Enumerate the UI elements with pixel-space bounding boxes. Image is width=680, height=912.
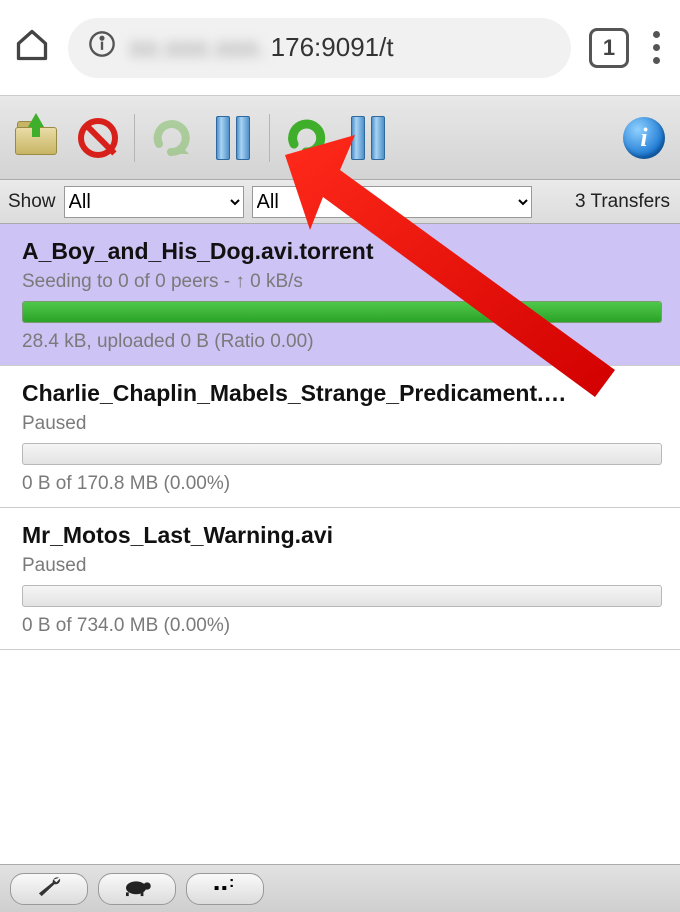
start-all-arrow-icon [286,118,326,158]
progress-bar [22,585,662,607]
start-all-button[interactable] [278,112,334,164]
progress-bar [22,443,662,465]
overflow-menu-icon[interactable] [647,31,666,64]
torrent-status: Paused [22,413,662,435]
torrent-title: Mr_Motos_Last_Warning.avi [22,522,662,549]
start-torrent-button[interactable] [143,112,199,164]
compact-view-button[interactable]: ▪▪: [186,873,264,905]
torrent-footer: 0 B of 170.8 MB (0.00%) [22,473,662,495]
transfer-count: 3 Transfers [565,191,680,213]
torrent-footer: 28.4 kB, uploaded 0 B (Ratio 0.00) [22,331,662,353]
torrent-list: A_Boy_and_His_Dog.avi.torrent Seeding to … [0,224,680,650]
info-icon: i [623,117,665,159]
home-icon[interactable] [14,27,50,68]
tracker-filter-select[interactable]: All [252,186,532,218]
toolbar: i [0,96,680,180]
separator [269,114,270,162]
folder-open-icon [15,121,57,155]
pause-all-button[interactable] [340,112,396,164]
url-obscured: xx.xxx.xxx. [130,32,267,63]
torrent-status: Seeding to 0 of 0 peers - ↑ 0 kB/s [22,271,662,293]
compact-view-icon: ▪▪: [214,880,237,898]
torrent-footer: 0 B of 734.0 MB (0.00%) [22,615,662,637]
torrent-title: Charlie_Chaplin_Mabels_Strange_Predicame… [22,380,662,407]
status-filter-select[interactable]: All [64,186,244,218]
remove-icon [78,118,118,158]
url-visible: 176:9091/t [271,32,394,63]
inspector-button[interactable]: i [616,112,672,164]
progress-bar [22,301,662,323]
filter-bar: Show All All 3 Transfers [0,180,680,224]
remove-torrent-button[interactable] [70,112,126,164]
address-bar[interactable]: xx.xxx.xxx. 176:9091/t [68,18,571,78]
torrent-status: Paused [22,555,662,577]
show-label: Show [8,191,56,213]
torrent-row[interactable]: Charlie_Chaplin_Mabels_Strange_Predicame… [0,366,680,508]
separator [134,114,135,162]
pause-icon [216,116,250,160]
settings-button[interactable] [10,873,88,905]
turtle-mode-button[interactable] [98,873,176,905]
torrent-row[interactable]: A_Boy_and_His_Dog.avi.torrent Seeding to … [0,224,680,366]
browser-chrome: xx.xxx.xxx. 176:9091/t 1 [0,0,680,96]
turtle-icon [122,875,152,902]
open-torrent-button[interactable] [8,112,64,164]
tab-count-label: 1 [603,35,615,61]
wrench-icon [34,875,64,902]
start-arrow-icon [151,118,191,158]
torrent-title: A_Boy_and_His_Dog.avi.torrent [22,238,662,265]
pause-icon [351,116,385,160]
site-info-icon[interactable] [88,30,116,65]
tab-switcher-button[interactable]: 1 [589,28,629,68]
pause-torrent-button[interactable] [205,112,261,164]
status-bar: ▪▪: [0,864,680,912]
torrent-row[interactable]: Mr_Motos_Last_Warning.avi Paused 0 B of 73… [0,508,680,650]
